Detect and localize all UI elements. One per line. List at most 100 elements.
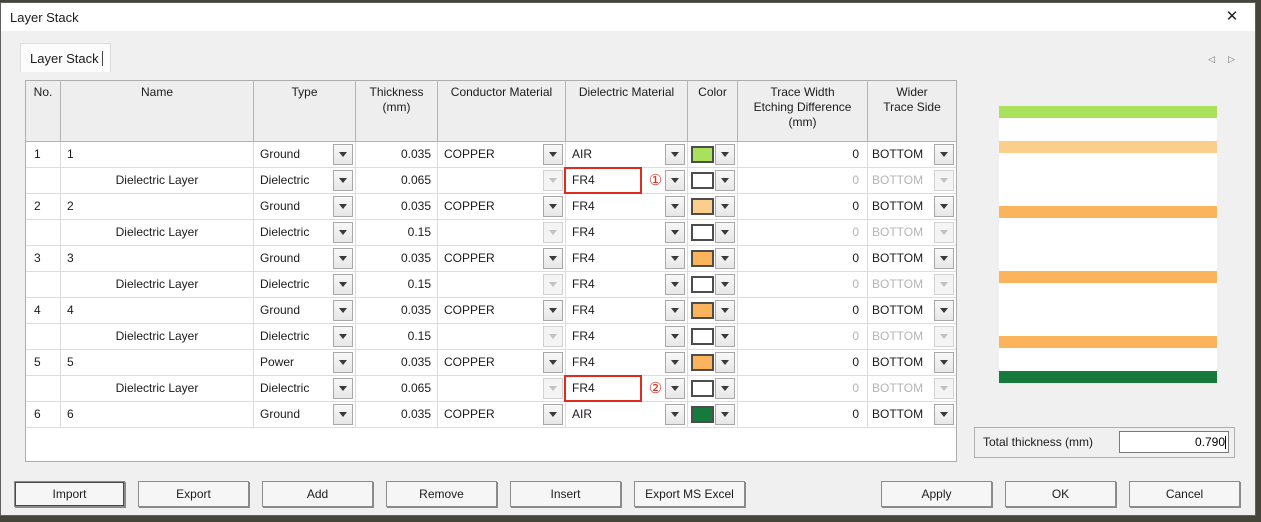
cell-dielectric-material[interactable]: FR4 [566,324,688,349]
conductor-material-dropdown[interactable] [543,352,563,373]
cell-layer-color[interactable] [688,324,738,349]
color-dropdown[interactable] [715,352,735,373]
cell-thickness[interactable]: 0.035 [356,142,438,167]
cell-thickness[interactable]: 0.035 [356,246,438,271]
cell-etching-difference[interactable]: 0 [738,168,868,193]
dielectric-material-dropdown[interactable] [665,326,685,347]
cell-layer-type[interactable]: Dielectric [254,220,356,245]
color-swatch[interactable] [691,172,714,189]
conductor-material-dropdown[interactable] [543,144,563,165]
cell-layer-color[interactable] [688,402,738,427]
cell-conductor-material[interactable]: COPPER [438,246,566,271]
cell-layer-color[interactable] [688,376,738,401]
cell-conductor-material[interactable]: COPPER [438,142,566,167]
dielectric-material-dropdown[interactable] [665,144,685,165]
export-ms-excel-button[interactable]: Export MS Excel [634,481,745,507]
color-dropdown[interactable] [715,144,735,165]
dielectric-material-dropdown[interactable] [665,300,685,321]
cell-etching-difference[interactable]: 0 [738,194,868,219]
wider-trace-side-dropdown[interactable] [934,196,954,217]
cell-layer-name[interactable]: 6 [61,402,254,427]
total-thickness-input[interactable]: 0.790 [1119,431,1229,453]
cell-thickness[interactable]: 0.15 [356,272,438,297]
color-dropdown[interactable] [715,222,735,243]
cell-layer-name[interactable]: Dielectric Layer [61,376,254,401]
cell-wider-trace-side[interactable]: BOTTOM [868,272,956,297]
color-swatch[interactable] [691,302,714,319]
cell-layer-type[interactable]: Dielectric [254,168,356,193]
cell-layer-color[interactable] [688,298,738,323]
color-swatch[interactable] [691,328,714,345]
wider-trace-side-dropdown[interactable] [934,352,954,373]
cell-thickness[interactable]: 0.035 [356,194,438,219]
conductor-material-dropdown[interactable] [543,404,563,425]
cell-layer-color[interactable] [688,272,738,297]
cell-thickness[interactable]: 0.065 [356,168,438,193]
cell-dielectric-material[interactable]: FR4 [566,272,688,297]
cell-layer-name[interactable]: 3 [61,246,254,271]
cell-dielectric-material[interactable]: FR4② [566,376,688,401]
color-dropdown[interactable] [715,170,735,191]
color-dropdown[interactable] [715,196,735,217]
cell-etching-difference[interactable]: 0 [738,376,868,401]
layer-type-dropdown[interactable] [333,326,353,347]
cell-layer-type[interactable]: Ground [254,194,356,219]
cell-layer-color[interactable] [688,168,738,193]
dielectric-material-dropdown[interactable] [665,378,685,399]
cell-conductor-material[interactable]: COPPER [438,402,566,427]
layer-type-dropdown[interactable] [333,144,353,165]
color-swatch[interactable] [691,406,714,423]
cell-layer-name[interactable]: Dielectric Layer [61,168,254,193]
layer-type-dropdown[interactable] [333,170,353,191]
conductor-material-dropdown[interactable] [543,248,563,269]
cell-thickness[interactable]: 0.035 [356,402,438,427]
cell-wider-trace-side[interactable]: BOTTOM [868,350,956,375]
color-swatch[interactable] [691,224,714,241]
cell-layer-name[interactable]: 1 [61,142,254,167]
dielectric-material-dropdown[interactable] [665,222,685,243]
conductor-material-dropdown[interactable] [543,300,563,321]
cell-etching-difference[interactable]: 0 [738,350,868,375]
color-swatch[interactable] [691,354,714,371]
cell-dielectric-material[interactable]: FR4 [566,298,688,323]
tab-layer-stack[interactable]: Layer Stack [20,43,111,72]
cell-layer-type[interactable]: Dielectric [254,324,356,349]
cell-wider-trace-side[interactable]: BOTTOM [868,220,956,245]
cell-etching-difference[interactable]: 0 [738,142,868,167]
layer-type-dropdown[interactable] [333,248,353,269]
conductor-material-dropdown[interactable] [543,196,563,217]
apply-button[interactable]: Apply [881,481,992,507]
cell-wider-trace-side[interactable]: BOTTOM [868,376,956,401]
remove-button[interactable]: Remove [386,481,497,507]
cell-etching-difference[interactable]: 0 [738,220,868,245]
color-swatch[interactable] [691,276,714,293]
add-button[interactable]: Add [262,481,373,507]
cell-layer-type[interactable]: Dielectric [254,272,356,297]
ok-button[interactable]: OK [1005,481,1116,507]
cell-thickness[interactable]: 0.035 [356,298,438,323]
dielectric-material-dropdown[interactable] [665,196,685,217]
cell-layer-type[interactable]: Power [254,350,356,375]
cell-etching-difference[interactable]: 0 [738,246,868,271]
cell-wider-trace-side[interactable]: BOTTOM [868,324,956,349]
layer-type-dropdown[interactable] [333,222,353,243]
layer-type-dropdown[interactable] [333,300,353,321]
layer-type-dropdown[interactable] [333,352,353,373]
color-swatch[interactable] [691,250,714,267]
cell-layer-color[interactable] [688,246,738,271]
cell-thickness[interactable]: 0.15 [356,220,438,245]
cell-layer-name[interactable]: 4 [61,298,254,323]
import-button[interactable]: Import [14,481,125,507]
cell-conductor-material[interactable] [438,324,566,349]
color-dropdown[interactable] [715,404,735,425]
cell-conductor-material[interactable] [438,220,566,245]
cell-layer-name[interactable]: 5 [61,350,254,375]
cell-wider-trace-side[interactable]: BOTTOM [868,246,956,271]
cell-layer-color[interactable] [688,220,738,245]
insert-button[interactable]: Insert [510,481,621,507]
cell-dielectric-material[interactable]: FR4 [566,350,688,375]
export-button[interactable]: Export [138,481,249,507]
color-dropdown[interactable] [715,248,735,269]
color-dropdown[interactable] [715,326,735,347]
cell-conductor-material[interactable]: COPPER [438,298,566,323]
